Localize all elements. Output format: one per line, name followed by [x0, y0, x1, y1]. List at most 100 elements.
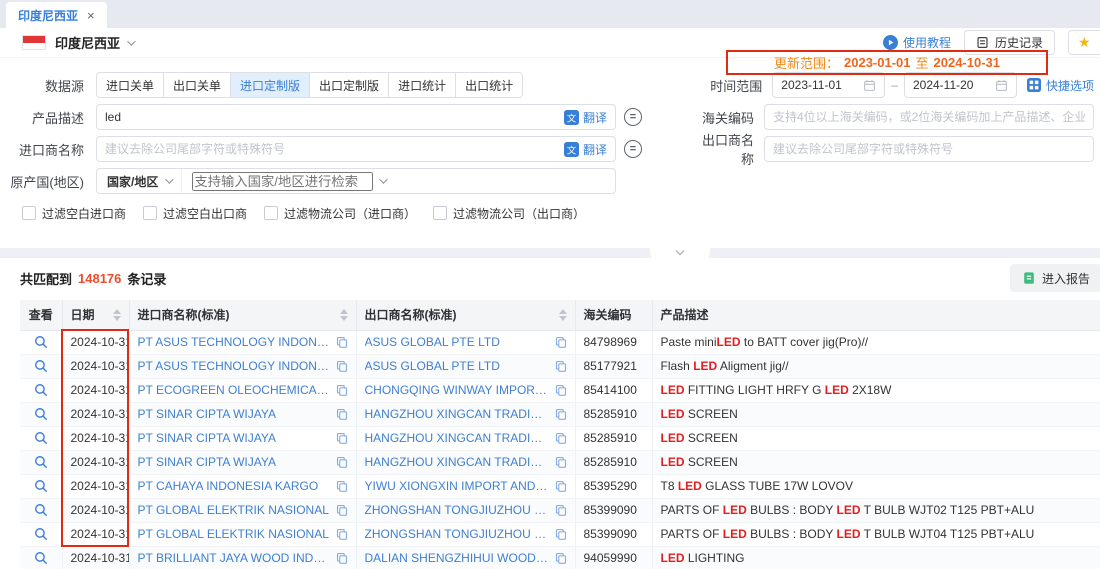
- copy-icon[interactable]: [555, 552, 567, 564]
- tab-indonesia[interactable]: 印度尼西亚 ×: [6, 2, 107, 28]
- view-search-icon[interactable]: [34, 479, 48, 493]
- copy-icon[interactable]: [336, 360, 348, 372]
- exporter-link[interactable]: ZHONGSHAN TONGJIUZHOU INTERNA...: [365, 503, 549, 517]
- checkbox-icon[interactable]: [143, 206, 157, 220]
- view-search-icon[interactable]: [34, 551, 48, 565]
- sort-icon[interactable]: [559, 309, 567, 321]
- data-source-tab[interactable]: 出口关单: [163, 72, 231, 98]
- filter-checkbox-item[interactable]: 过滤空白出口商: [143, 205, 247, 222]
- quick-options-link[interactable]: 快捷选项: [1027, 77, 1094, 94]
- exporter-input[interactable]: [764, 136, 1094, 162]
- copy-icon[interactable]: [555, 360, 567, 372]
- exporter-link[interactable]: ASUS GLOBAL PTE LTD: [365, 359, 500, 373]
- data-source-tab[interactable]: 进口关单: [96, 72, 164, 98]
- view-cell[interactable]: [20, 498, 62, 522]
- exporter-link[interactable]: HANGZHOU XINGCAN TRADING CO LTD: [365, 407, 549, 421]
- data-source-tab[interactable]: 出口定制版: [309, 72, 389, 98]
- exclude-filter-icon[interactable]: =: [624, 140, 642, 158]
- copy-icon[interactable]: [336, 456, 348, 468]
- filter-checkbox-item[interactable]: 过滤物流公司（进口商）: [264, 205, 416, 222]
- date-start-value[interactable]: [781, 78, 857, 92]
- collapse-form-handle[interactable]: [650, 247, 710, 261]
- importer-link[interactable]: PT ECOGREEN OLEOCHEMICALS: [138, 383, 330, 397]
- hs-code-input[interactable]: [764, 104, 1094, 130]
- view-cell[interactable]: [20, 474, 62, 498]
- exporter-link[interactable]: HANGZHOU XINGCAN TRADING CO LTD: [365, 431, 549, 445]
- checkbox-icon[interactable]: [433, 206, 447, 220]
- copy-icon[interactable]: [336, 408, 348, 420]
- view-cell[interactable]: [20, 378, 62, 402]
- importer-link[interactable]: PT SINAR CIPTA WIJAYA: [138, 431, 276, 445]
- data-source-tab[interactable]: 进口统计: [388, 72, 456, 98]
- view-search-icon[interactable]: [34, 335, 48, 349]
- importer-field[interactable]: [105, 142, 558, 156]
- hs-code-field[interactable]: [773, 110, 1085, 124]
- view-cell[interactable]: [20, 426, 62, 450]
- copy-icon[interactable]: [555, 456, 567, 468]
- importer-link[interactable]: PT GLOBAL ELEKTRIK NASIONAL: [138, 503, 329, 517]
- translate-button[interactable]: 文 翻译: [564, 109, 607, 126]
- sort-icon[interactable]: [340, 309, 348, 321]
- view-cell[interactable]: [20, 450, 62, 474]
- exporter-link[interactable]: YIWU XIONGXIN IMPORT AND EXPORT...: [365, 479, 549, 493]
- column-header[interactable]: 出口商名称(标准): [356, 300, 575, 330]
- view-cell[interactable]: [20, 354, 62, 378]
- view-search-icon[interactable]: [34, 431, 48, 445]
- data-source-tab[interactable]: 进口定制版: [230, 72, 310, 98]
- importer-link[interactable]: PT SINAR CIPTA WIJAYA: [138, 407, 276, 421]
- view-cell[interactable]: [20, 522, 62, 546]
- copy-icon[interactable]: [555, 480, 567, 492]
- checkbox-icon[interactable]: [264, 206, 278, 220]
- date-end-value[interactable]: [913, 78, 989, 92]
- data-source-tab[interactable]: 出口统计: [455, 72, 523, 98]
- exclude-filter-icon[interactable]: =: [624, 108, 642, 126]
- exporter-field[interactable]: [773, 142, 1085, 156]
- copy-icon[interactable]: [555, 384, 567, 396]
- view-search-icon[interactable]: [34, 383, 48, 397]
- view-cell[interactable]: [20, 546, 62, 569]
- exporter-link[interactable]: DALIAN SHENGZHIHUI WOOD INDUST...: [365, 551, 549, 565]
- copy-icon[interactable]: [555, 336, 567, 348]
- importer-link[interactable]: PT ASUS TECHNOLOGY INDONESIA BA...: [138, 359, 330, 373]
- enter-report-button[interactable]: 进入报告: [1010, 264, 1100, 292]
- exporter-link[interactable]: ASUS GLOBAL PTE LTD: [365, 335, 500, 349]
- product-desc-input[interactable]: 文 翻译: [96, 104, 616, 130]
- product-desc-value[interactable]: [105, 110, 558, 124]
- chevron-down-icon[interactable]: [127, 37, 135, 45]
- origin-country-select[interactable]: 国家/地区: [97, 169, 182, 193]
- copy-icon[interactable]: [555, 408, 567, 420]
- column-header[interactable]: 进口商名称(标准): [129, 300, 356, 330]
- column-header[interactable]: 日期: [62, 300, 129, 330]
- exporter-link[interactable]: HANGZHOU XINGCAN TRADING CO LTD: [365, 455, 549, 469]
- view-cell[interactable]: [20, 402, 62, 426]
- copy-icon[interactable]: [555, 528, 567, 540]
- favorite-button[interactable]: ★: [1068, 30, 1100, 55]
- copy-icon[interactable]: [336, 384, 348, 396]
- importer-link[interactable]: PT BRILLIANT JAYA WOOD INDUSTRY: [138, 551, 330, 565]
- exporter-link[interactable]: ZHONGSHAN TONGJIUZHOU INTERNA...: [365, 527, 549, 541]
- importer-link[interactable]: PT ASUS TECHNOLOGY INDONESIA BA...: [138, 335, 330, 349]
- copy-icon[interactable]: [336, 480, 348, 492]
- sort-icon[interactable]: [113, 309, 121, 321]
- origin-search-field[interactable]: [192, 172, 373, 191]
- importer-link[interactable]: PT GLOBAL ELEKTRIK NASIONAL: [138, 527, 329, 541]
- copy-icon[interactable]: [555, 504, 567, 516]
- view-search-icon[interactable]: [34, 359, 48, 373]
- close-icon[interactable]: ×: [87, 9, 95, 22]
- view-cell[interactable]: [20, 330, 62, 354]
- date-end-input[interactable]: [904, 72, 1017, 98]
- tutorial-link[interactable]: 使用教程: [883, 34, 951, 51]
- copy-icon[interactable]: [336, 552, 348, 564]
- copy-icon[interactable]: [336, 336, 348, 348]
- filter-checkbox-item[interactable]: 过滤物流公司（出口商）: [433, 205, 585, 222]
- importer-link[interactable]: PT SINAR CIPTA WIJAYA: [138, 455, 276, 469]
- importer-link[interactable]: PT CAHAYA INDONESIA KARGO: [138, 479, 319, 493]
- view-search-icon[interactable]: [34, 527, 48, 541]
- view-search-icon[interactable]: [34, 455, 48, 469]
- date-start-input[interactable]: [772, 72, 885, 98]
- filter-checkbox-item[interactable]: 过滤空白进口商: [22, 205, 126, 222]
- translate-button[interactable]: 文 翻译: [564, 141, 607, 158]
- exporter-link[interactable]: CHONGQING WINWAY IMPORT AND E...: [365, 383, 549, 397]
- copy-icon[interactable]: [336, 504, 348, 516]
- copy-icon[interactable]: [336, 432, 348, 444]
